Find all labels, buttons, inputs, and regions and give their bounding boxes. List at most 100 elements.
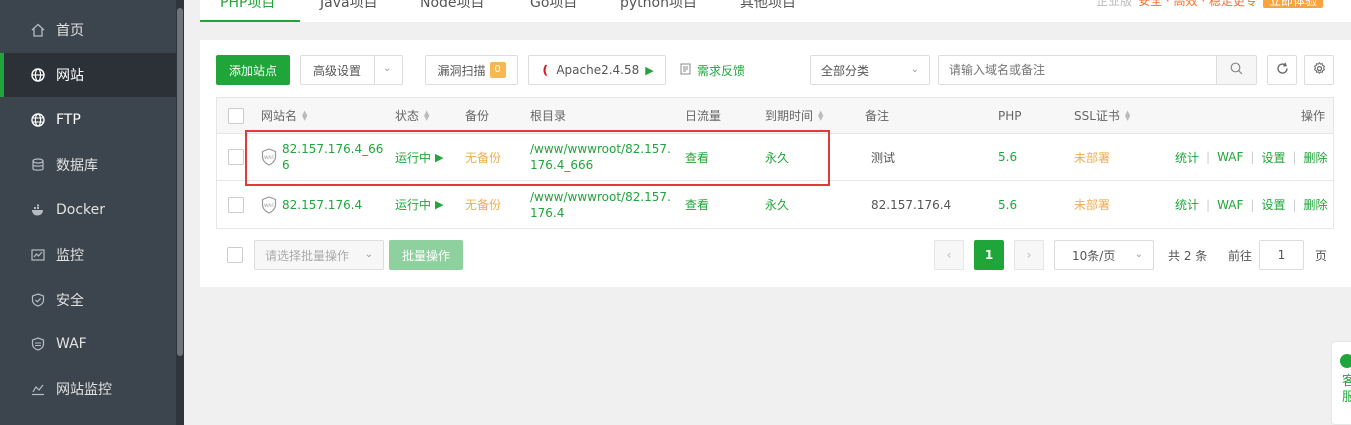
backup-link[interactable]: 无备份 (465, 181, 501, 228)
table-row: WAF 82.157.176.4 运行中 ▶ 无备份 /www/wwwroot/… (217, 181, 1333, 228)
sidebar-item-site-monitor[interactable]: 网站监控 (0, 367, 176, 411)
site-name-link[interactable]: 82.157.176.4_66 6 (282, 141, 383, 173)
expire-value[interactable]: 永久 (765, 134, 789, 180)
batch-action-select[interactable]: 请选择批量操作 ⌄ (254, 240, 384, 270)
current-page[interactable]: 1 (974, 240, 1004, 270)
svg-text:WAF: WAF (264, 155, 274, 161)
waf-shield-icon (30, 336, 46, 352)
feedback-link[interactable]: 需求反馈 (680, 55, 745, 85)
sidebar-item-security[interactable]: 安全 (0, 278, 176, 322)
sidebar-item-docker[interactable]: Docker (0, 188, 176, 232)
scrollbar-thumb[interactable] (177, 8, 183, 356)
root-dir-link[interactable]: /www/wwwroot/82.157. 176.4 (530, 181, 671, 228)
backup-link[interactable]: 无备份 (465, 134, 501, 180)
search-box[interactable] (938, 55, 1257, 85)
sidebar-item-website[interactable]: 网站 (0, 53, 176, 97)
ssl-status-link[interactable]: 未部署 (1074, 181, 1110, 228)
col-header-expire[interactable]: 到期时间 ▲ ▼ (765, 98, 823, 133)
select-all-checkbox[interactable] (228, 98, 244, 133)
sidebar-item-database[interactable]: 数据库 (0, 143, 176, 187)
apache-service-button[interactable]: ❪ Apache2.4.58 ▶ (528, 55, 666, 85)
stats-link[interactable]: 统计 (1175, 196, 1199, 213)
page-size-value: 10条/页 (1072, 248, 1116, 263)
sidebar-item-label: FTP (56, 112, 81, 128)
waf-link[interactable]: WAF (1217, 150, 1243, 164)
page-size-select[interactable]: 10条/页 ⌄ (1054, 240, 1154, 270)
note-value[interactable]: 测试 (871, 134, 895, 180)
add-site-button[interactable]: 添加站点 (216, 55, 290, 85)
site-name-cell[interactable]: WAF 82.157.176.4 (261, 181, 389, 228)
promo-try-button[interactable]: 立即体验 (1262, 0, 1323, 8)
expire-value[interactable]: 永久 (765, 181, 789, 228)
settings-link[interactable]: 设置 (1261, 149, 1285, 166)
waf-shield-icon: WAF (261, 148, 277, 166)
waf-shield-icon: WAF (261, 195, 277, 214)
sort-icon: ▲ ▼ (1124, 108, 1131, 122)
status-toggle[interactable]: 运行中 ▶ (395, 181, 443, 228)
col-header-note: 备注 (865, 109, 890, 123)
active-tab-indicator (200, 20, 300, 22)
note-value[interactable]: 82.157.176.4 (871, 181, 951, 228)
vuln-scan-button[interactable]: 漏洞扫描 0 (425, 55, 518, 85)
sort-icon: ▲ ▼ (424, 108, 430, 122)
php-version-link[interactable]: 5.6 (998, 181, 1017, 228)
tab-php-project[interactable]: PHP项目 (220, 0, 275, 12)
status-label: 运行中 (395, 150, 432, 165)
prev-page-button[interactable]: ‹ (934, 240, 964, 270)
row-actions: 统计 | WAF | 设置 | 删除 (1175, 149, 1328, 166)
tab-java-project[interactable]: Java项目 (320, 0, 378, 12)
sidebar-item-label: 网站 (56, 68, 84, 84)
ssl-status-link[interactable]: 未部署 (1074, 134, 1110, 180)
refresh-button[interactable] (1267, 55, 1297, 85)
batch-action-button[interactable]: 批量操作 (389, 240, 463, 270)
sidebar-item-monitor[interactable]: 监控 (0, 233, 176, 277)
col-header-status[interactable]: 状态 ▲ ▼ (395, 98, 429, 133)
traffic-view-link[interactable]: 查看 (685, 134, 709, 180)
next-page-button[interactable]: › (1014, 240, 1044, 270)
tab-node-project[interactable]: Node项目 (420, 0, 485, 12)
settings-link[interactable]: 设置 (1261, 196, 1285, 213)
category-select[interactable]: 全部分类 ⌄ (810, 55, 930, 85)
promo-banner[interactable]: 企业版 安全 · 高效 · 稳定更专 立即体验 (1096, 0, 1323, 8)
chevron-down-icon[interactable]: ⌄ (383, 63, 391, 74)
goto-page-input[interactable]: 1 (1259, 240, 1304, 270)
root-dir-link[interactable]: /www/wwwroot/82.157. 176.4_666 (530, 134, 671, 180)
advanced-settings-label: 高级设置 (313, 63, 362, 78)
delete-link[interactable]: 删除 (1304, 196, 1328, 213)
sidebar-item-label: 首页 (56, 23, 84, 39)
search-input[interactable] (939, 56, 1216, 84)
php-version-link[interactable]: 5.6 (998, 134, 1017, 180)
traffic-view-link[interactable]: 查看 (685, 181, 709, 228)
search-button[interactable] (1216, 56, 1256, 84)
sidebar-scrollbar[interactable] (176, 0, 184, 425)
sidebar-item-ftp[interactable]: FTP (0, 98, 176, 142)
home-icon (30, 22, 46, 38)
tab-python-project[interactable]: python项目 (620, 0, 697, 12)
row-checkbox[interactable] (228, 134, 244, 180)
status-toggle[interactable]: 运行中 ▶ (395, 134, 443, 180)
row-checkbox[interactable] (228, 181, 244, 228)
site-name-link[interactable]: 82.157.176.4 (282, 198, 362, 212)
footer-select-all-checkbox[interactable] (227, 247, 243, 263)
col-header-expire-label: 到期时间 (765, 109, 814, 123)
refresh-icon (1276, 62, 1289, 78)
advanced-settings-button[interactable]: 高级设置 ⌄ (300, 55, 403, 85)
site-name-cell[interactable]: WAF 82.157.176.4_66 6 (261, 134, 389, 180)
table-settings-button[interactable] (1304, 55, 1334, 85)
delete-link[interactable]: 删除 (1304, 149, 1328, 166)
col-header-ssl[interactable]: SSL证书 ▲ ▼ (1074, 98, 1130, 133)
status-label: 运行中 (395, 198, 432, 212)
promo-text: 安全 · 高效 · 稳定更专 (1138, 0, 1257, 8)
sidebar-item-waf[interactable]: WAF (0, 322, 176, 366)
tab-other-project[interactable]: 其他项目 (740, 0, 796, 12)
sidebar-item-home[interactable]: 首页 (0, 8, 176, 52)
customer-service-widget[interactable]: 客服 (1331, 341, 1351, 425)
stats-link[interactable]: 统计 (1175, 149, 1199, 166)
waf-link[interactable]: WAF (1217, 198, 1243, 212)
site-table: 网站名 ▲ ▼ 状态 ▲ ▼ 备份 根目录 日流量 到期时间 ▲ ▼ 备注 PHP S… (216, 97, 1334, 229)
apache-version: Apache2.4.58 (556, 63, 640, 77)
col-header-ssl-label: SSL证书 (1074, 109, 1120, 123)
col-header-name[interactable]: 网站名 ▲ ▼ (261, 98, 307, 133)
tab-go-project[interactable]: Go项目 (530, 0, 577, 12)
split-divider (374, 56, 375, 84)
